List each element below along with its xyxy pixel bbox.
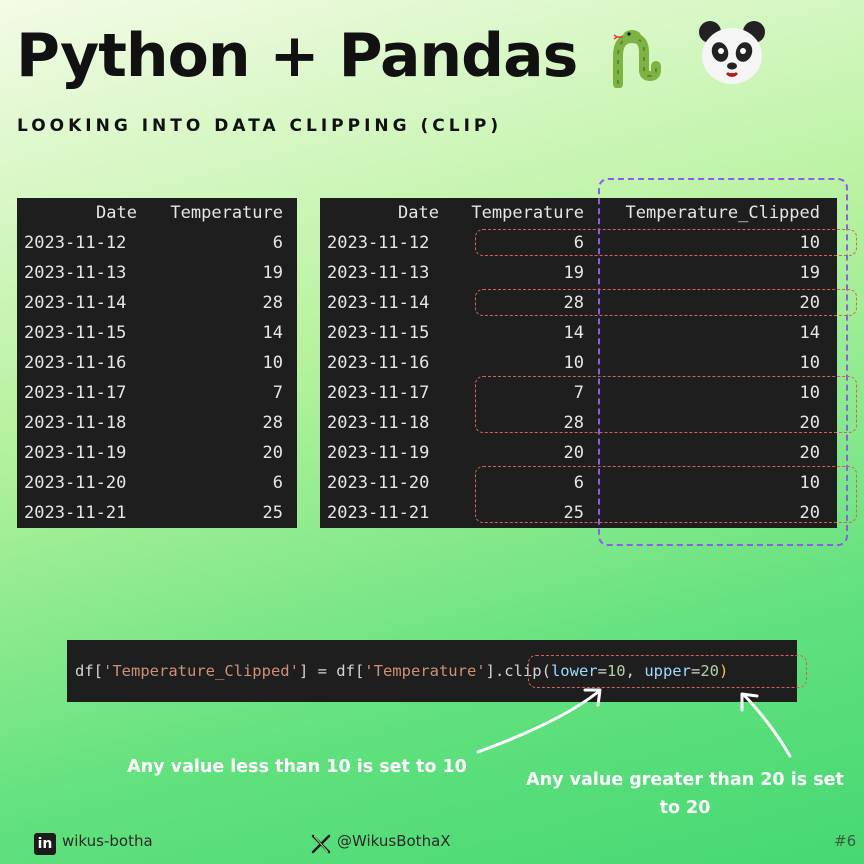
lower-bound-note: Any value less than 10 is set to 10 [127, 757, 467, 777]
upper-note-line: to 20 [659, 798, 711, 818]
linkedin-icon: in [34, 833, 56, 855]
linkedin-handle[interactable]: wikus-botha [62, 832, 153, 850]
annotation-arrows [476, 688, 792, 758]
upper-bound-note: Any value greater than 20 is set to 20 [510, 766, 860, 822]
upper-arrow [742, 693, 792, 758]
page-number: #6 [834, 832, 857, 850]
lower-arrow [476, 690, 600, 754]
x-handle[interactable]: @WikusBothaX [337, 832, 451, 850]
upper-note-line: Any value greater than 20 is set [526, 770, 844, 790]
x-icon [311, 834, 331, 854]
